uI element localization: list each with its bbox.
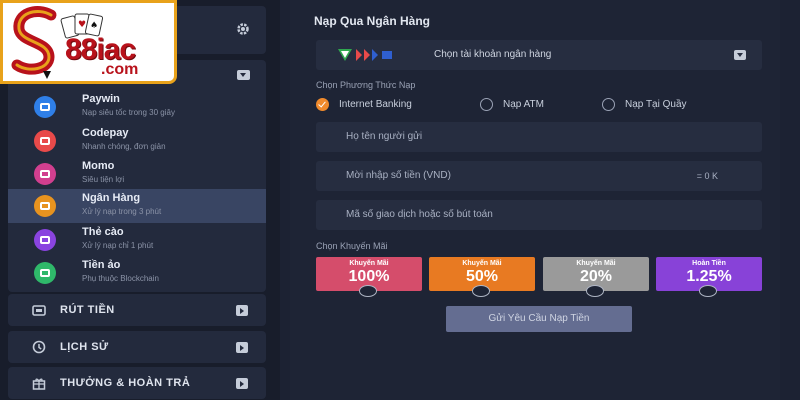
chevron-down-icon xyxy=(734,50,746,60)
promo-value: 50% xyxy=(465,268,499,285)
promo-section-label: Chọn Khuyến Mãi xyxy=(316,241,388,251)
promo-card-50[interactable]: Khuyến Mãi 50% xyxy=(429,257,535,297)
method-paywin[interactable]: Paywin Nạp siêu tốc trong 30 giây xyxy=(8,90,266,124)
method-card[interactable]: Thẻ cào Xử lý nạp chỉ 1 phút xyxy=(8,223,266,257)
method-crypto[interactable]: Tiền ảo Phụ thuộc Blockchain xyxy=(8,256,266,290)
promo-card-20[interactable]: Khuyến Mãi 20% xyxy=(543,257,649,297)
amount-input[interactable]: Mời nhập số tiền (VND) = 0 K xyxy=(316,161,762,191)
method-subtitle: Xử lý nạp chỉ 1 phút xyxy=(82,241,154,250)
input-placeholder: Họ tên người gửi xyxy=(346,131,423,142)
gear-icon[interactable] xyxy=(236,22,250,36)
method-title: Tiền ảo xyxy=(82,259,121,271)
promo-label: Khuyến Mãi xyxy=(576,260,616,267)
radio-label: Internet Banking xyxy=(339,98,412,110)
paywin-icon xyxy=(34,96,56,118)
promo-radio-icon xyxy=(699,285,717,297)
input-placeholder: Mã số giao dịch hoặc số bút toán xyxy=(346,209,493,220)
method-title: Momo xyxy=(82,160,115,172)
deposit-panel: Nạp Qua Ngân Hàng Chọn tài khoản ngân hà… xyxy=(290,0,780,400)
method-title: Thẻ cào xyxy=(82,226,124,238)
nav-withdraw[interactable]: RÚT TIỀN xyxy=(8,294,266,326)
amount-suffix: = 0 K xyxy=(696,171,718,181)
method-subtitle: Xử lý nạp trong 3 phút xyxy=(82,207,162,216)
bank-select-placeholder: Chọn tài khoản ngân hàng xyxy=(434,49,552,60)
promo-label: Khuyến Mãi xyxy=(462,260,502,267)
promo-value: 1.25% xyxy=(686,268,732,285)
radio-label: Nạp Tại Quầy xyxy=(625,98,687,110)
radio-atm[interactable]: Nạp ATM xyxy=(480,97,544,111)
momo-icon xyxy=(34,163,56,185)
wallet-icon xyxy=(32,305,46,316)
chevron-right-icon xyxy=(236,342,248,353)
method-subtitle: Siêu tiện lợi xyxy=(82,175,125,184)
promo-card-cashback[interactable]: Hoàn Tiền 1.25% xyxy=(656,257,762,297)
radio-internet-banking[interactable]: Internet Banking xyxy=(316,97,412,111)
method-subtitle: Phụ thuộc Blockchain xyxy=(82,274,159,283)
method-section-label: Chọn Phương Thức Nạp xyxy=(316,80,416,90)
method-subtitle: Nạp siêu tốc trong 30 giây xyxy=(82,108,175,117)
method-subtitle: Nhanh chóng, đơn giản xyxy=(82,142,166,151)
crypto-icon xyxy=(34,262,56,284)
radio-checked-icon xyxy=(316,97,329,111)
nav-label: LỊCH SỬ xyxy=(60,341,109,353)
bank-logos-icon xyxy=(338,49,392,61)
promo-radio-icon xyxy=(359,285,377,297)
method-momo[interactable]: Momo Siêu tiện lợi xyxy=(8,157,266,191)
bank-account-select[interactable]: Chọn tài khoản ngân hàng xyxy=(316,40,762,70)
method-title: Codepay xyxy=(82,127,129,139)
transaction-code-input[interactable]: Mã số giao dịch hoặc số bút toán xyxy=(316,200,762,230)
chevron-right-icon xyxy=(236,378,248,389)
site-logo[interactable]: ♥ ♠ 88iac .com xyxy=(0,0,177,84)
promo-value: 100% xyxy=(348,268,390,285)
card-icon xyxy=(34,229,56,251)
history-icon xyxy=(32,340,46,354)
chevron-right-icon xyxy=(236,305,248,316)
codepay-icon xyxy=(34,130,56,152)
svg-text:♠: ♠ xyxy=(90,21,98,31)
page-title: Nạp Qua Ngân Hàng xyxy=(314,14,431,28)
nav-label: RÚT TIỀN xyxy=(60,304,115,316)
radio-label: Nạp ATM xyxy=(503,98,544,110)
sender-name-input[interactable]: Họ tên người gửi xyxy=(316,122,762,152)
chevron-down-icon[interactable] xyxy=(237,70,250,80)
svg-text:♥: ♥ xyxy=(78,20,86,30)
promo-card-100[interactable]: Khuyến Mãi 100% xyxy=(316,257,422,297)
promo-label: Khuyến Mãi xyxy=(349,260,389,267)
gift-icon xyxy=(32,378,46,390)
bank-icon xyxy=(34,195,56,217)
method-title: Paywin xyxy=(82,93,120,105)
nav-label: THƯỞNG & HOÀN TRẢ xyxy=(60,377,191,389)
input-placeholder: Mời nhập số tiền (VND) xyxy=(346,170,451,181)
nav-history[interactable]: LỊCH SỬ xyxy=(8,331,266,363)
deposit-section: Paywin Nạp siêu tốc trong 30 giây Codepa… xyxy=(8,60,266,292)
method-title: Ngân Hàng xyxy=(82,192,141,204)
radio-counter[interactable]: Nạp Tại Quầy xyxy=(602,97,687,111)
promo-label: Hoàn Tiền xyxy=(692,260,726,267)
radio-icon xyxy=(602,97,615,111)
logo-domain: .com xyxy=(101,61,139,78)
submit-deposit-button[interactable]: Gửi Yêu Cầu Nạp Tiền xyxy=(446,306,632,332)
dragon-s-logo xyxy=(11,6,57,79)
promo-radio-icon xyxy=(586,285,604,297)
method-codepay[interactable]: Codepay Nhanh chóng, đơn giản xyxy=(8,124,266,158)
radio-icon xyxy=(480,97,493,111)
method-bank[interactable]: Ngân Hàng Xử lý nạp trong 3 phút xyxy=(8,189,266,223)
promo-radio-icon xyxy=(472,285,490,297)
promo-value: 20% xyxy=(579,268,613,285)
nav-rewards[interactable]: THƯỞNG & HOÀN TRẢ xyxy=(8,367,266,399)
